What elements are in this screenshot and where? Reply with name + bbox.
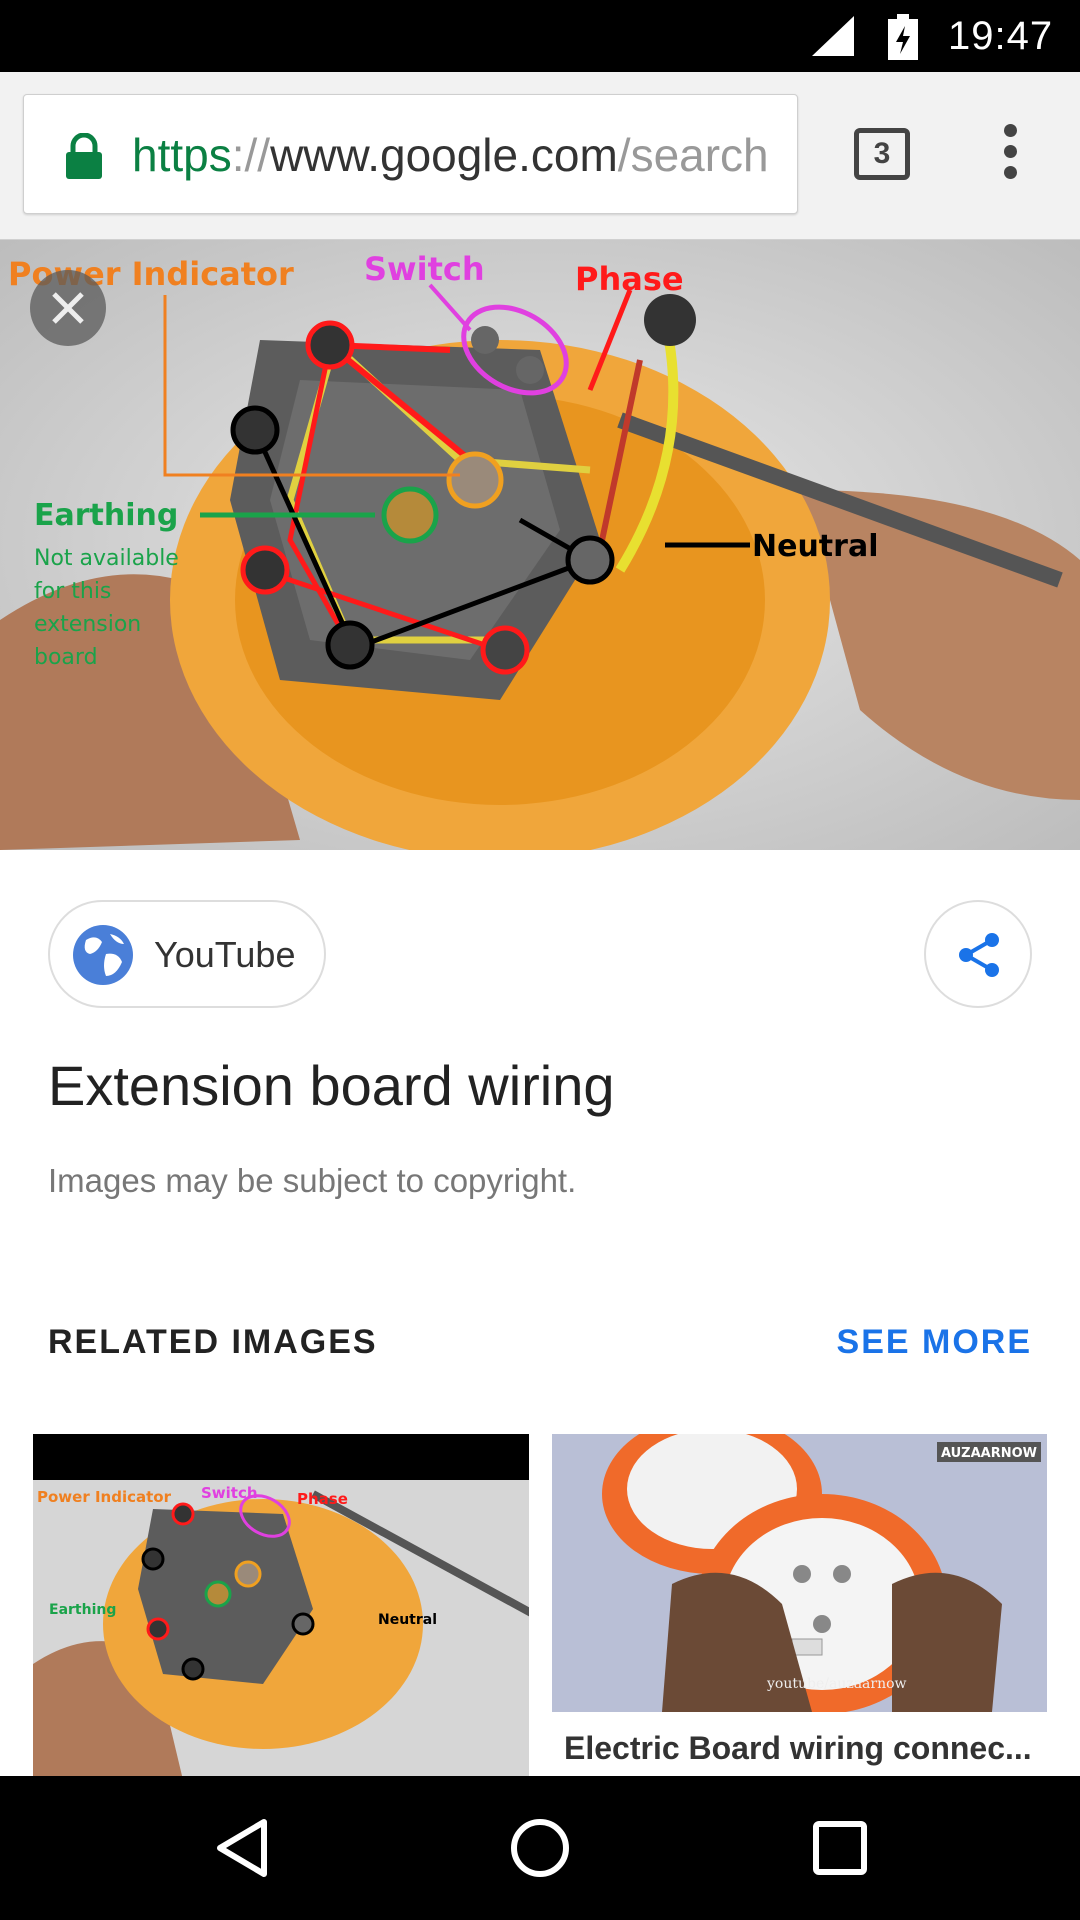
label-not-available-2: for this — [34, 579, 111, 604]
browser-toolbar: https://www.google.com/search 3 — [0, 72, 1080, 240]
thumb2-footer: youtube/auzaarnow — [766, 1676, 907, 1692]
thumb1-label-phase: Phase — [297, 1490, 348, 1508]
tab-switcher-button[interactable]: 3 — [854, 128, 910, 180]
url-bar[interactable]: https://www.google.com/search — [23, 94, 798, 214]
related-image-2[interactable]: AUZAARNOW youtube/auzaarnow — [552, 1434, 1047, 1712]
label-phase: Phase — [575, 260, 684, 298]
related-image-2-caption[interactable]: Electric Board wiring connec... — [564, 1726, 1034, 1770]
close-icon — [52, 292, 84, 324]
status-time: 19:47 — [948, 14, 1054, 58]
wiring-photo: Power Indicator Switch Phase Earthing No… — [0, 240, 1080, 850]
globe-icon — [73, 925, 133, 985]
related-image-1[interactable]: Power Indicator Switch Phase Earthing Ne… — [33, 1434, 529, 1780]
close-button[interactable] — [30, 270, 106, 346]
thumb1-label-power-indicator: Power Indicator — [37, 1488, 172, 1506]
label-neutral: Neutral — [752, 529, 878, 564]
image-title: Extension board wiring — [48, 1054, 615, 1117]
copyright-notice: Images may be subject to copyright. — [48, 1162, 577, 1199]
label-switch: Switch — [364, 250, 485, 288]
url-separator: :// — [231, 129, 271, 181]
url-scheme: https — [132, 129, 232, 181]
url-text[interactable]: https://www.google.com/search — [132, 125, 782, 185]
thumb2-watermark: AUZAARNOW — [941, 1446, 1037, 1461]
share-button[interactable] — [924, 900, 1032, 1008]
lock-icon — [66, 133, 102, 179]
share-icon — [959, 933, 999, 977]
battery-charging-icon — [888, 14, 918, 60]
related-images-heading: RELATED IMAGES — [48, 1323, 378, 1361]
more-vert-icon[interactable] — [990, 120, 1030, 192]
label-not-available-3: extension — [34, 612, 141, 637]
related-image-1-thumbnail: Power Indicator Switch Phase Earthing Ne… — [33, 1434, 529, 1780]
related-image-2-thumbnail: AUZAARNOW youtube/auzaarnow — [552, 1434, 1047, 1712]
label-earthing: Earthing — [34, 498, 178, 533]
see-more-link[interactable]: SEE MORE — [837, 1320, 1032, 1364]
url-host: www.google.com — [270, 129, 618, 181]
url-path: /search — [617, 129, 769, 181]
source-chip[interactable]: YouTube — [48, 900, 326, 1008]
thumb1-label-neutral: Neutral — [378, 1612, 437, 1628]
home-icon[interactable] — [508, 1816, 572, 1880]
source-label: YouTube — [154, 934, 296, 975]
thumb1-label-switch: Switch — [201, 1484, 258, 1502]
navigation-bar — [0, 1776, 1080, 1920]
label-not-available-1: Not available — [34, 546, 179, 571]
thumb1-label-earthing: Earthing — [49, 1602, 116, 1618]
status-bar: 19:47 — [0, 0, 1080, 72]
recents-icon[interactable] — [812, 1820, 868, 1876]
back-icon[interactable] — [212, 1816, 272, 1880]
hero-image[interactable]: Power Indicator Switch Phase Earthing No… — [0, 240, 1080, 850]
signal-icon — [812, 16, 854, 56]
label-not-available-4: board — [34, 645, 98, 670]
